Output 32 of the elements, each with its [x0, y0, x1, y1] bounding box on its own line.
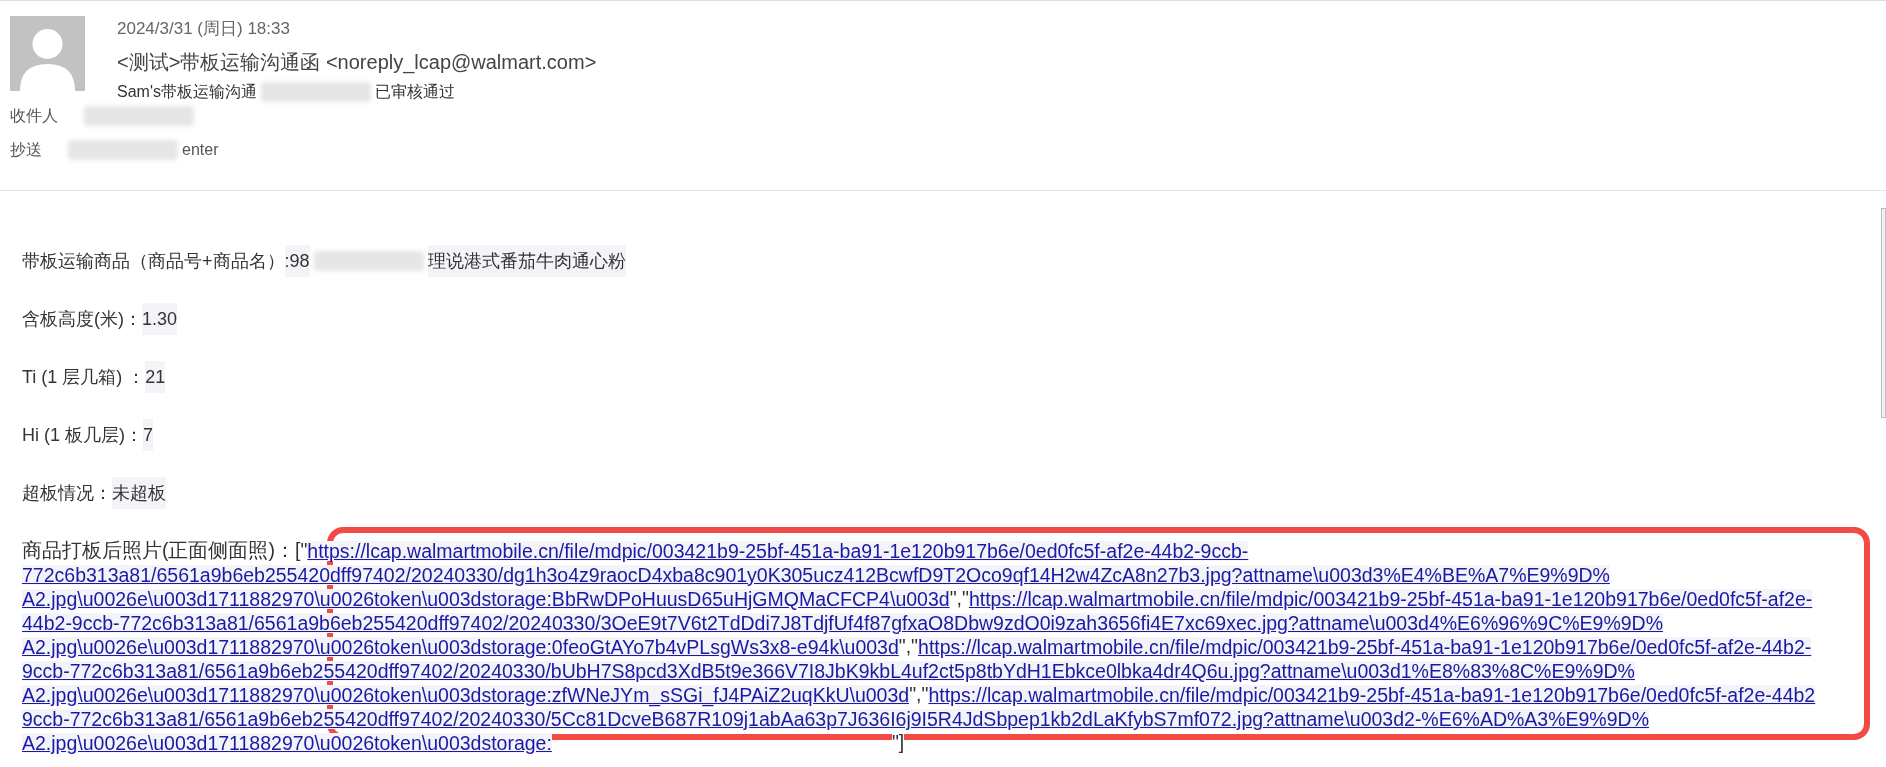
field-label: 超板情况：	[22, 482, 112, 505]
email-date: 2024/3/31 (周日) 18:33	[117, 18, 291, 40]
field-value: enter	[182, 140, 219, 160]
photo-link[interactable]: A2.jpg\u0026e\u003d1711882970\u0026token\u003dstorage:	[22, 733, 552, 753]
photo-link[interactable]: A2.jpg\u0026e\u003d1711882970\u0026token\u003dstorage:zfWNeJYm_sSGi_fJ4PAiZ2uqKkU\u003d	[22, 685, 910, 705]
photo-link[interactable]: A2.jpg\u0026e\u003d1711882970\u0026token\u003dstorage:0feoGtAYo7b4vPLsgWs3x8-e94k\u003d	[22, 637, 899, 657]
email-sender: <测试>带板运输沟通函 <noreply_lcap@walmart.com>	[117, 50, 597, 76]
photo-link[interactable]: 772c6b313a81/6561a9b6eb255420dff97402/20240330/dg1h3o4z9raocD4xba8c901y0K305ucz412BcwfD9T2Oco9qf14H2w4ZcA8n27b3.jpg?attname\u003d3%E4%BE%A7%E9%9D%	[22, 565, 1610, 585]
field-value: 1.30	[142, 303, 178, 335]
photo-link[interactable]: https://lcap.walmartmobile.cn/file/mdpic/003421b9-25bf-451a-ba91-1e120b917b6e/0ed0fc5f-af2e-44b2-9ccb-	[307, 541, 1249, 561]
field-value: :98	[284, 245, 310, 277]
field-label: 含板高度(米)：	[22, 308, 142, 331]
photo-link[interactable]: 9ccb-772c6b313a81/6561a9b6eb255420dff97402/20240330/bUbH7S8pcd3XdB5t9e366V7I8JbK9kbL4uf2ct5p8tbYdH1Ebkce0lbka4dr4Q6u.jpg?attname\u003d1%E8%83%8C%E9%9D%	[22, 661, 1635, 681]
photo-link[interactable]: https://lcap.walmartmobile.cn/file/mdpic/003421b9-25bf-451a-ba91-1e120b917b6e/0ed0fc5f-af2e-44b2	[928, 685, 1816, 705]
photo-link[interactable]: A2.jpg\u0026e\u003d1711882970\u0026token\u003dstorage:BbRwDPoHuusD65uHjGMQMaCFCP4\u003d	[22, 589, 950, 609]
field-value: Sam's带板运输沟通	[117, 82, 257, 102]
photo-link[interactable]: 44b2-9ccb-772c6b313a81/6561a9b6eb255420dff97402/20240330/3OeE9t7V6t2TdDdi7J8TdjfUf4f87gfxaO8Dbw9zdO0i9zah3656fi4E7xc69xec.jpg?attname\u003d4%E6%96%9C%E9%9D%	[22, 613, 1663, 633]
photo-link[interactable]: https://lcap.walmartmobile.cn/file/mdpic/003421b9-25bf-451a-ba91-1e120b917b6e/0ed0fc5f-af2e-	[968, 589, 1813, 609]
avatar-icon	[10, 16, 85, 91]
recipient-label: 收件人	[10, 106, 58, 126]
field-value: 未超板	[112, 477, 166, 509]
photo-link[interactable]: 9ccb-772c6b313a81/6561a9b6eb255420dff97402/20240330/5Cc81DcveB687R109j1abAa63p7J636I6j9I5R4JdSbpep1kb2dLaKfybS7mf072.jpg?attname\u003d2-%E6%AD%A3%E9%9D%	[22, 709, 1649, 729]
field-label: 带板运输商品（商品号+商品名）	[22, 250, 285, 273]
field-value: 理说港式番茄牛肉通心粉	[427, 245, 626, 277]
field-label: Ti (1 层几箱) ：	[22, 366, 146, 389]
photo-link[interactable]: https://lcap.walmartmobile.cn/file/mdpic/003421b9-25bf-451a-ba91-1e120b917b6e/0ed0fc5f-af2e-44b2-	[918, 637, 1812, 657]
field-value: 21	[145, 361, 166, 393]
recipient-label: 抄送	[10, 140, 42, 160]
field-value: 7	[143, 419, 153, 451]
field-value: 已审核通过	[374, 82, 455, 102]
field-label: 商品打板后照片(正面侧面照)：	[22, 538, 295, 564]
field-label: Hi (1 板几层)：	[22, 424, 143, 447]
